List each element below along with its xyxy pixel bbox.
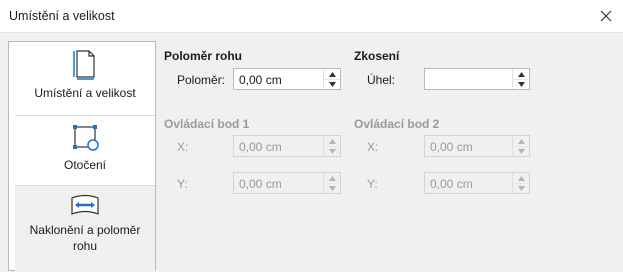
sidebar-item-label-line2: rohu — [72, 239, 98, 253]
slant-heading: Zkosení — [354, 49, 400, 63]
radius-decrement-button[interactable] — [324, 79, 340, 89]
cp2-x-spinbox[interactable] — [424, 135, 530, 157]
rotation-icon — [73, 125, 99, 151]
control-point-1-heading: Ovládací bod 1 — [164, 117, 250, 131]
title-bar: Umístění a velikost — [0, 0, 623, 33]
cp1-x-input[interactable] — [239, 140, 309, 154]
cp2-y-spinbox[interactable] — [424, 172, 530, 194]
radius-input[interactable] — [239, 73, 309, 87]
arrow-down-icon — [517, 81, 525, 87]
cp2-y-decrement-button[interactable] — [513, 183, 529, 193]
sidebar-item-label-line1: Naklonění a poloměr — [29, 223, 141, 237]
sidebar-item-position-size[interactable]: Umístění a velikost — [15, 42, 155, 116]
cp1-y-spinbox[interactable] — [233, 172, 341, 194]
cp2-x-spin-arrows — [512, 136, 529, 156]
slant-icon — [71, 194, 99, 215]
sidebar-item-label: Otočení — [63, 158, 107, 172]
window-title: Umístění a velikost — [9, 9, 115, 23]
arrow-up-icon — [328, 71, 336, 77]
radius-spinbox[interactable] — [233, 68, 341, 90]
cp1-y-decrement-button[interactable] — [324, 183, 340, 193]
cp2-y-input[interactable] — [430, 177, 500, 191]
angle-label: Úhel: — [367, 73, 396, 87]
arrow-down-icon — [328, 148, 336, 154]
arrow-up-icon — [517, 138, 525, 144]
angle-spin-arrows — [512, 69, 529, 89]
arrow-up-icon — [517, 71, 525, 77]
angle-spinbox[interactable] — [424, 68, 530, 90]
arrow-down-icon — [517, 185, 525, 191]
arrow-up-icon — [328, 175, 336, 181]
control-point-2-heading: Ovládací bod 2 — [354, 117, 440, 131]
angle-input[interactable] — [430, 73, 500, 87]
arrow-down-icon — [328, 81, 336, 87]
cp1-x-decrement-button[interactable] — [324, 146, 340, 156]
cp2-x-decrement-button[interactable] — [513, 146, 529, 156]
cp2-y-label: Y: — [367, 177, 378, 191]
cp1-y-spin-arrows — [323, 173, 340, 193]
cp2-x-input[interactable] — [430, 140, 500, 154]
arrow-up-icon — [328, 138, 336, 144]
arrow-up-icon — [517, 175, 525, 181]
close-icon — [600, 10, 612, 22]
cp1-x-label: X: — [177, 140, 189, 154]
arrow-down-icon — [328, 185, 336, 191]
cp1-x-spin-arrows — [323, 136, 340, 156]
close-button[interactable] — [595, 5, 617, 27]
cp1-y-input[interactable] — [239, 177, 309, 191]
radius-spin-arrows — [323, 69, 340, 89]
sidebar-item-label: Umístění a velikost — [34, 86, 136, 100]
arrow-down-icon — [517, 148, 525, 154]
cp1-y-label: Y: — [177, 177, 188, 191]
sidebar-item-slant-corner-radius[interactable]: Naklonění a poloměr rohu — [15, 186, 155, 272]
sidebar-item-rotation[interactable]: Otočení — [15, 116, 155, 186]
radius-label: Poloměr: — [177, 73, 226, 87]
sidebar: Umístění a velikost Otočení Naklonění a … — [8, 41, 156, 272]
cp1-x-spinbox[interactable] — [233, 135, 341, 157]
position-size-icon — [73, 50, 95, 80]
angle-decrement-button[interactable] — [513, 79, 529, 89]
corner-radius-heading: Poloměr rohu — [164, 49, 243, 63]
cp2-y-spin-arrows — [512, 173, 529, 193]
cp2-x-label: X: — [367, 140, 379, 154]
